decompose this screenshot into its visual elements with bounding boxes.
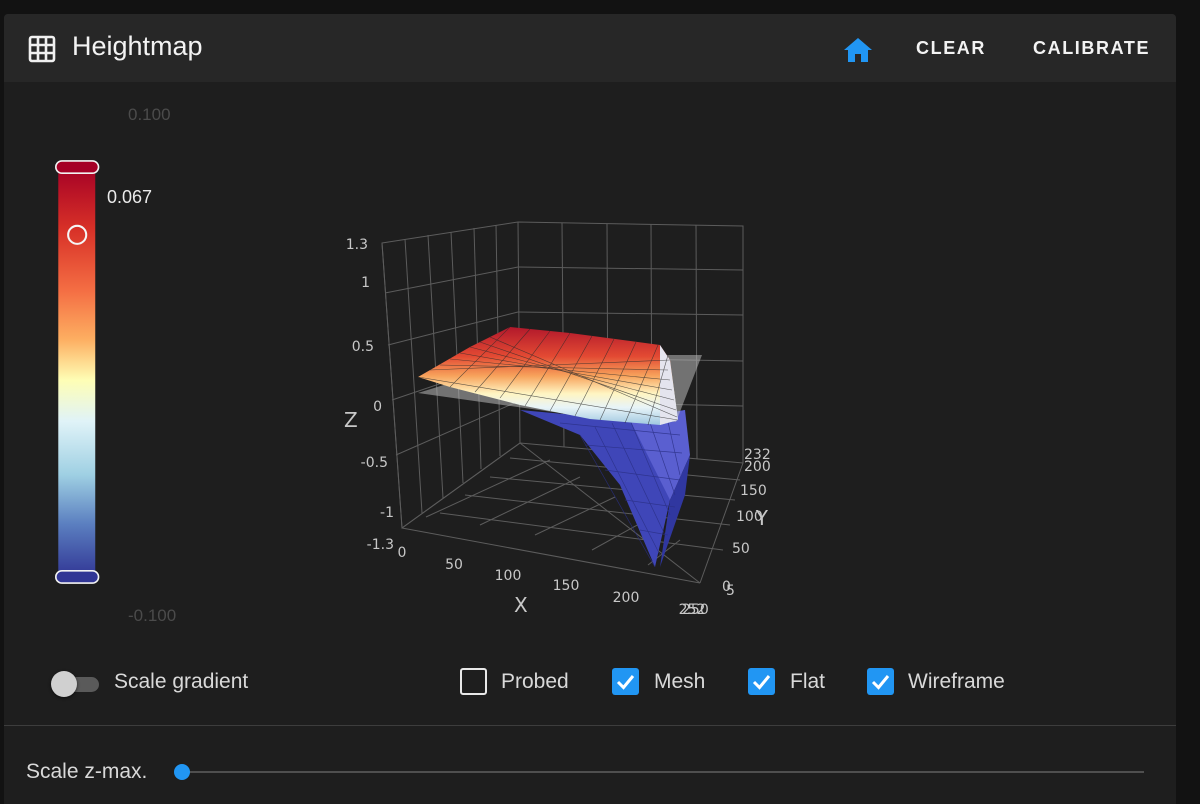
z-tick-label: 0.5: [352, 339, 374, 355]
card-title: Heightmap: [72, 31, 203, 61]
y-tick-label: 250: [682, 602, 709, 618]
heightmap-card: Heightmap CLEAR CALIBRATE 0.100 0.067 -0…: [4, 14, 1176, 804]
z-tick-label: -1: [380, 505, 394, 521]
calibrate-button[interactable]: CALIBRATE: [1033, 38, 1150, 59]
zmax-slider[interactable]: [172, 762, 1148, 782]
toggle-knob: [51, 671, 77, 697]
mesh-checkbox[interactable]: [612, 668, 639, 695]
y-tick-label: 150: [740, 483, 767, 499]
section-divider: [4, 725, 1176, 726]
card-toolbar: Heightmap CLEAR CALIBRATE: [4, 14, 1176, 82]
y-tick-label: 50: [732, 541, 750, 557]
wireframe-label: Wireframe: [908, 670, 1005, 693]
x-tick-label: 100: [495, 568, 522, 584]
home-icon: [844, 38, 872, 62]
check-icon: [871, 675, 890, 690]
z-tick-label: -1.3: [367, 537, 394, 553]
color-scale-bar[interactable]: [55, 116, 101, 628]
probed-label: Probed: [501, 670, 569, 693]
heightmap-3d-plot[interactable]: 1.3 1 0.5 0 -0.5 -1 -1.3 Z 0 50 100 150 …: [330, 195, 770, 625]
flat-checkbox[interactable]: [748, 668, 775, 695]
x-tick-label: 150: [553, 578, 580, 594]
z-tick-label: -0.5: [361, 455, 388, 471]
wireframe-checkbox[interactable]: [867, 668, 894, 695]
scale-gradient-label: Scale gradient: [114, 670, 249, 693]
x-tick-label: 200: [613, 590, 640, 606]
scale-current-label: 0.067: [107, 187, 153, 207]
y-axis-title: Y: [755, 506, 769, 530]
z-tick-label: 1.3: [346, 237, 368, 253]
zmax-label: Scale z-max.: [26, 760, 148, 783]
mesh-surface-low: [520, 410, 690, 568]
x-tick-label: 0: [398, 545, 407, 561]
scale-max-label: 0.100: [128, 105, 171, 124]
z-axis-title: Z: [344, 408, 358, 432]
mesh-surface-high: [417, 326, 679, 426]
clear-button[interactable]: CLEAR: [916, 38, 986, 59]
grid-icon: [28, 35, 56, 63]
scale-max-handle: [55, 160, 100, 175]
z-tick-label: 1: [361, 275, 370, 291]
probed-checkbox[interactable]: [460, 668, 487, 695]
y-tick-label: 200: [744, 459, 770, 475]
x-tick-label: 50: [445, 557, 463, 573]
z-tick-label: 0: [373, 399, 382, 415]
check-icon: [616, 675, 635, 690]
scale-gradient-toggle[interactable]: [49, 668, 109, 700]
slider-track: [182, 771, 1144, 773]
home-button[interactable]: [837, 32, 879, 68]
scale-min-label: -0.100: [128, 606, 177, 625]
x-axis-title: X: [514, 593, 528, 617]
check-icon: [752, 675, 771, 690]
scale-min-handle: [55, 569, 100, 584]
y-tick-label: 5: [726, 583, 735, 599]
flat-label: Flat: [790, 670, 826, 693]
controls-row: Scale gradient Probed Mesh Flat Wirefram…: [4, 664, 1176, 708]
mesh-label: Mesh: [654, 670, 706, 693]
slider-thumb[interactable]: [174, 764, 190, 780]
